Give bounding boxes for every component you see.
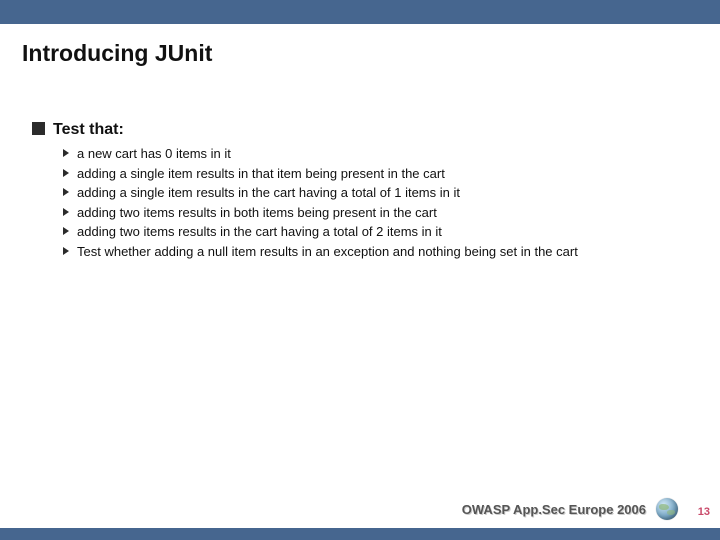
list-item-text: Test whether adding a null item results …	[77, 243, 578, 261]
list-item: a new cart has 0 items in it	[62, 145, 688, 163]
square-bullet-icon	[32, 122, 45, 135]
arrow-icon	[62, 187, 70, 197]
list-item-text: adding a single item results in the cart…	[77, 184, 460, 202]
footer: OWASP App.Sec Europe 2006	[462, 498, 678, 520]
bullet-list: a new cart has 0 items in it adding a si…	[62, 145, 688, 260]
list-item-text: a new cart has 0 items in it	[77, 145, 231, 163]
bottom-band	[0, 528, 720, 540]
list-item: adding a single item results in the cart…	[62, 184, 688, 202]
footer-text: OWASP App.Sec Europe 2006	[462, 502, 646, 517]
list-item-text: adding two items results in both items b…	[77, 204, 437, 222]
list-item-text: adding a single item results in that ite…	[77, 165, 445, 183]
list-item: adding two items results in the cart hav…	[62, 223, 688, 241]
globe-icon	[656, 498, 678, 520]
heading-row: Test that:	[32, 120, 688, 139]
page-number: 13	[698, 506, 710, 518]
slide: Introducing JUnit Test that: a new cart …	[0, 0, 720, 540]
arrow-icon	[62, 168, 70, 178]
list-item: adding two items results in both items b…	[62, 204, 688, 222]
list-item-text: adding two items results in the cart hav…	[77, 223, 442, 241]
arrow-icon	[62, 207, 70, 217]
arrow-icon	[62, 148, 70, 158]
list-item: Test whether adding a null item results …	[62, 243, 688, 261]
slide-content: Test that: a new cart has 0 items in it …	[32, 120, 688, 262]
heading-text: Test that:	[53, 120, 124, 139]
arrow-icon	[62, 226, 70, 236]
top-band	[0, 0, 720, 24]
slide-title: Introducing JUnit	[22, 40, 212, 67]
arrow-icon	[62, 246, 70, 256]
list-item: adding a single item results in that ite…	[62, 165, 688, 183]
